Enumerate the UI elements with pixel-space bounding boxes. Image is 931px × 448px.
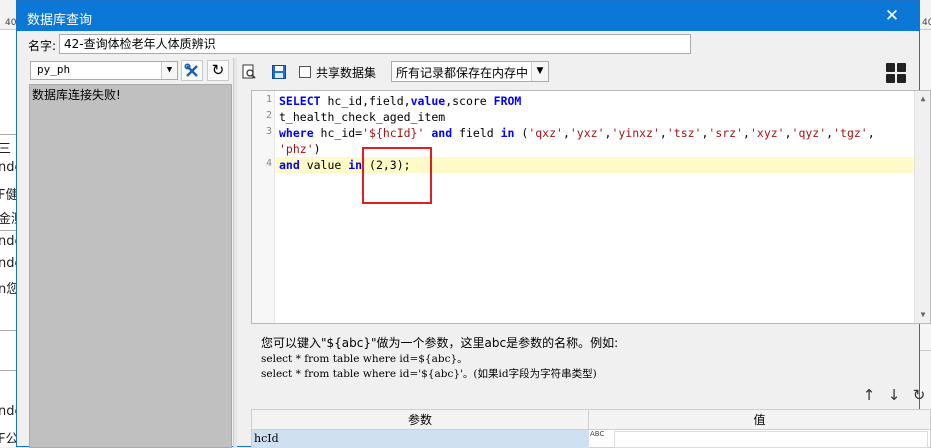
share-dataset-checkbox[interactable] — [299, 66, 311, 78]
line-number: 3 — [265, 126, 272, 137]
query-panel: 共享数据集 所有记录都保存在内存中 ▼ 1 2 3 4 SELECT hc_id… — [233, 58, 931, 448]
code-line: where hc_id='${hcId}' and field in ('qxz… — [279, 126, 875, 140]
parameter-table: 参数 值 hcId ABC — [251, 409, 931, 448]
ruler-mark: 40 — [5, 18, 17, 28]
connection-error-message: 数据库连接失败! — [32, 88, 121, 102]
arrow-up-icon: ↑ — [862, 386, 876, 404]
refresh-icon: ↻ — [211, 61, 225, 79]
help-line: 您可以键入"${abc}"做为一个参数，这里abc是参数的名称。例如: — [261, 336, 619, 350]
move-up-button[interactable]: ↑ — [859, 385, 879, 405]
share-dataset-label: 共享数据集 — [316, 66, 377, 80]
sql-editor[interactable]: 1 2 3 4 SELECT hc_id,field,value,score F… — [251, 90, 931, 324]
annotation-highlight-box — [362, 147, 432, 204]
refresh-button[interactable]: ↻ — [207, 60, 229, 81]
line-number-gutter: 1 2 3 4 — [252, 91, 275, 323]
move-down-button[interactable]: ↓ — [884, 385, 904, 405]
param-value-input[interactable] — [614, 431, 928, 448]
table-header: 参数 值 — [252, 410, 930, 430]
save-mode-select[interactable]: 所有记录都保存在内存中 ▼ — [391, 61, 549, 82]
refresh-icon: ↻ — [912, 386, 926, 404]
line-number: 4 — [265, 158, 272, 169]
dialog-title: 数据库查询 — [27, 13, 93, 28]
save-mode-value: 所有记录都保存在内存中 — [396, 66, 529, 80]
column-header-param: 参数 — [252, 410, 589, 430]
chevron-down-icon[interactable]: ▼ — [531, 62, 548, 81]
refresh-params-button[interactable]: ↻ — [909, 385, 929, 405]
scroll-up-icon[interactable]: ▲ — [915, 91, 931, 107]
close-icon: ✕ — [884, 6, 900, 26]
table-row[interactable]: hcId — [252, 430, 589, 448]
title-bar[interactable]: 数据库查询 ✕ — [17, 1, 919, 31]
name-field[interactable]: 42-查询体检老年人体质辨识 — [59, 34, 691, 54]
name-label: 名字: — [28, 39, 57, 53]
database-query-dialog: 数据库查询 ✕ 名字: 42-查询体检老年人体质辨识 py_ph ▼ ↻ 数据库… — [16, 0, 931, 448]
datasource-panel: py_ph ▼ ↻ 数据库连接失败! — [27, 58, 233, 448]
line-number: 2 — [265, 110, 272, 121]
help-example: select * from table where id='${abc}'。(如… — [261, 368, 597, 380]
preview-icon — [242, 64, 256, 79]
settings-button[interactable] — [181, 60, 203, 81]
code-line: t_health_check_aged_item — [279, 110, 446, 124]
string-type-icon: ABC — [590, 430, 605, 438]
editor-scrollbar[interactable]: ▲ ▼ — [914, 91, 930, 323]
ruler-mark: 40 — [922, 18, 931, 28]
scroll-down-icon[interactable]: ▼ — [915, 307, 931, 323]
pane-splitter[interactable] — [233, 58, 237, 448]
message-area: 数据库连接失败! — [29, 84, 232, 448]
preview-button[interactable] — [239, 62, 259, 82]
close-button[interactable]: ✕ — [877, 5, 907, 27]
save-button[interactable] — [269, 62, 289, 82]
tools-icon — [184, 63, 198, 77]
save-icon — [272, 65, 286, 79]
arrow-down-icon: ↓ — [887, 386, 901, 404]
help-example: select * from table where id=${abc}。 — [261, 353, 468, 365]
param-name: hcId — [254, 432, 279, 445]
chevron-down-icon[interactable]: ▼ — [161, 62, 177, 79]
column-header-value: 值 — [753, 413, 766, 427]
datasource-value: py_ph — [37, 63, 71, 76]
code-line: SELECT hc_id,field,value,score FROM — [279, 94, 522, 108]
code-line: 'phz') — [279, 142, 321, 156]
layout-grid-icon[interactable] — [886, 63, 906, 83]
line-number: 1 — [265, 94, 272, 105]
datasource-select[interactable]: py_ph ▼ — [30, 61, 178, 80]
